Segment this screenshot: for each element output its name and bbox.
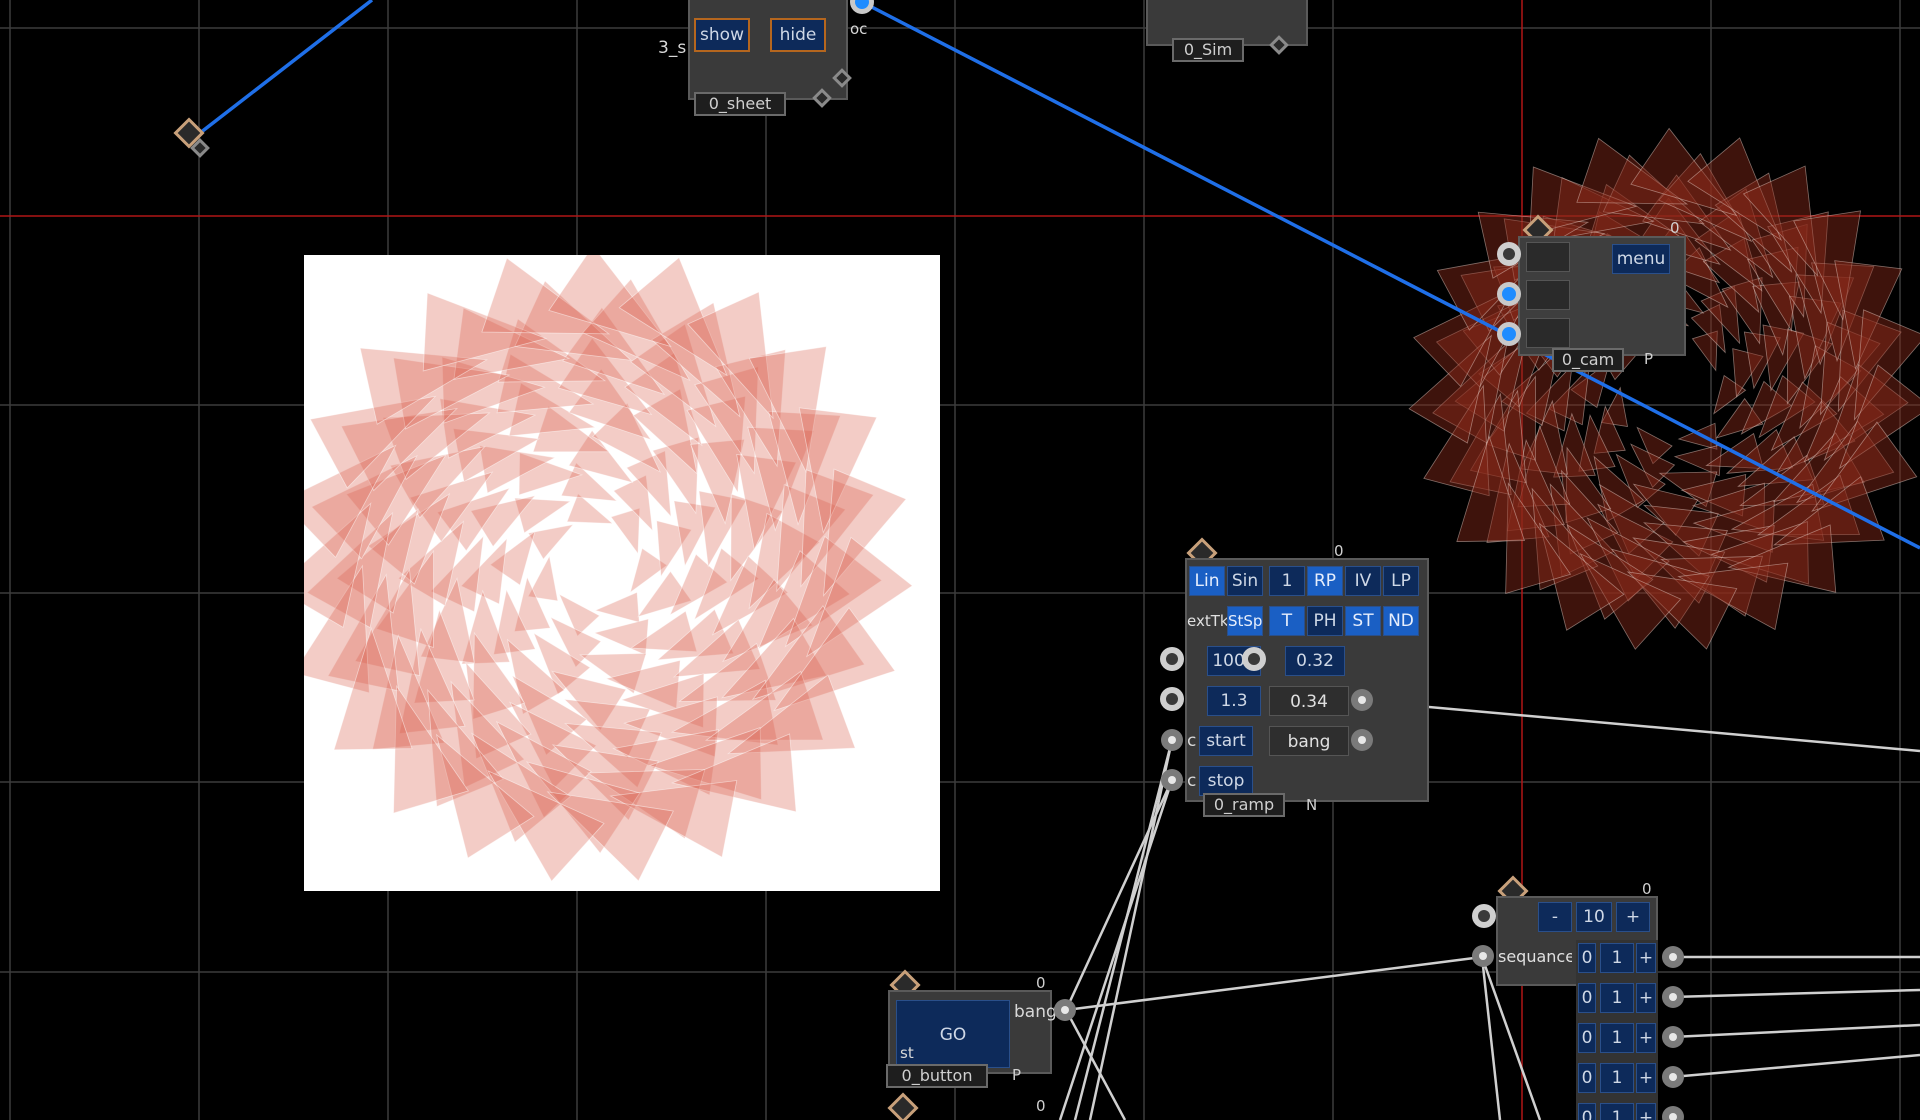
sequence-trigger-port[interactable] <box>1472 945 1494 967</box>
ramp-exttk-label[interactable]: extTk <box>1187 606 1227 636</box>
ramp-nd-button[interactable]: ND <box>1383 606 1419 636</box>
cam-slot-1[interactable] <box>1526 242 1570 272</box>
sequence-row-a[interactable]: 0 <box>1578 943 1596 973</box>
sequence-row-b[interactable]: 1 <box>1600 983 1634 1013</box>
sequence-row-b[interactable]: 1 <box>1600 943 1634 973</box>
sequence-row-port[interactable] <box>1662 1026 1684 1048</box>
ramp-stop-button[interactable]: stop <box>1199 766 1253 796</box>
ramp-stop-c: c <box>1187 771 1197 791</box>
button-node[interactable]: GO st bang <box>888 990 1057 1074</box>
sequence-plus-button[interactable]: + <box>1616 902 1650 932</box>
ramp-input-port-2[interactable] <box>1242 647 1266 671</box>
cam-node[interactable]: menu <box>1518 236 1686 356</box>
sequence-name-label: sequance <box>1498 947 1572 966</box>
sequence-minus-button[interactable]: - <box>1538 902 1572 932</box>
ramp-ph-button[interactable]: PH <box>1307 606 1343 636</box>
sequence-row-plus[interactable]: + <box>1636 1023 1656 1053</box>
sequence-row-b[interactable]: 1 <box>1600 1023 1634 1053</box>
ramp-n-label: N <box>1306 796 1318 814</box>
ramp-stsp-button[interactable]: StSp <box>1227 606 1263 636</box>
ramp-bang-output[interactable]: bang <box>1269 726 1349 756</box>
sequence-row-b[interactable]: 1 <box>1600 1103 1634 1120</box>
sequence-row-a[interactable]: 0 <box>1578 1023 1596 1053</box>
ramp-output-port-1[interactable] <box>1351 689 1373 711</box>
cam-slot-2[interactable] <box>1526 280 1570 310</box>
sequence-row-a[interactable]: 0 <box>1578 1103 1596 1120</box>
ramp-bang-port[interactable] <box>1351 729 1373 751</box>
sequence-row-plus[interactable]: + <box>1636 1063 1656 1093</box>
hide-button[interactable]: hide <box>770 18 826 52</box>
ramp-stop-port[interactable] <box>1161 769 1183 791</box>
sequence-row-plus[interactable]: + <box>1636 943 1656 973</box>
ramp-start-port[interactable] <box>1161 729 1183 751</box>
sequence-row-plus[interactable]: + <box>1636 983 1656 1013</box>
cam-input-port-2[interactable] <box>1497 282 1521 306</box>
ramp-start-c: c <box>1187 731 1197 751</box>
ramp-value-b[interactable]: 0.32 <box>1285 646 1345 676</box>
sequence-row-a[interactable]: 0 <box>1578 1063 1596 1093</box>
ramp-iv-button[interactable]: IV <box>1345 566 1381 596</box>
go-button-label: GO <box>939 1025 967 1045</box>
ramp-1-button[interactable]: 1 <box>1269 566 1305 596</box>
cam-slot-3[interactable] <box>1526 318 1570 348</box>
sequence-input-port[interactable] <box>1472 904 1496 928</box>
ramp-t-button[interactable]: T <box>1269 606 1305 636</box>
cam-badge: 0 <box>1670 219 1680 237</box>
sequence-row[interactable]: 0 1 + <box>1576 940 1658 976</box>
sequence-row-b[interactable]: 1 <box>1600 1063 1634 1093</box>
sim-node-label: 0_Sim <box>1172 38 1244 62</box>
cam-input-port-3[interactable] <box>1497 322 1521 346</box>
ramp-lin-button[interactable]: Lin <box>1189 566 1225 596</box>
ramp-node-label: 0_ramp <box>1203 793 1285 817</box>
sequence-row[interactable]: 0 1 + <box>1576 980 1658 1016</box>
ramp-node[interactable]: Lin Sin 1 RP IV LP extTk StSp T PH ST ND… <box>1185 558 1429 802</box>
button-bang-port[interactable] <box>1054 999 1076 1021</box>
ramp-st-button[interactable]: ST <box>1345 606 1381 636</box>
sheet-node[interactable]: show hide <box>688 0 848 100</box>
ramp-sin-button[interactable]: Sin <box>1227 566 1263 596</box>
ramp-value-c[interactable]: 1.3 <box>1207 686 1261 716</box>
sequence-row[interactable]: 0 1 + <box>1576 1020 1658 1056</box>
sequence-row-plus[interactable]: + <box>1636 1103 1656 1120</box>
sequence-row-a[interactable]: 0 <box>1578 983 1596 1013</box>
go-st-label: st <box>900 1044 914 1062</box>
ramp-input-port-1[interactable] <box>1160 647 1184 671</box>
button-node-label: 0_button <box>886 1064 988 1088</box>
ramp-rp-button[interactable]: RP <box>1307 566 1343 596</box>
sequence-count-field[interactable]: 10 <box>1576 902 1612 932</box>
cam-node-label: 0_cam <box>1552 348 1624 372</box>
sequence-row-port[interactable] <box>1662 1066 1684 1088</box>
sheet-corner-text: oc <box>850 20 868 38</box>
cam-input-port-1[interactable] <box>1497 242 1521 266</box>
sequence-row-port[interactable] <box>1662 986 1684 1008</box>
button-p-label: P <box>1012 1066 1022 1084</box>
sheet-node-label: 0_sheet <box>694 92 786 116</box>
sheet-side-text: 3_s <box>658 38 687 58</box>
button-bang-label: bang <box>1014 1002 1057 1022</box>
sequence-row[interactable]: 0 1 + <box>1576 1100 1658 1120</box>
cam-menu-button[interactable]: menu <box>1612 244 1670 274</box>
bottom-node-badge: 0 <box>1036 1097 1046 1115</box>
sequence-row[interactable]: 0 1 + <box>1576 1060 1658 1096</box>
ramp-input-port-3[interactable] <box>1160 687 1184 711</box>
sequence-rows: 0 1 + 0 1 + 0 1 + 0 1 + 0 1 + <box>1576 940 1658 1120</box>
show-button[interactable]: show <box>694 18 750 52</box>
cam-p-label: P <box>1644 350 1654 368</box>
ramp-lp-button[interactable]: LP <box>1383 566 1419 596</box>
ramp-start-button[interactable]: start <box>1199 726 1253 756</box>
sequence-row-port[interactable] <box>1662 946 1684 968</box>
ramp-value-d[interactable]: 0.34 <box>1269 686 1349 716</box>
